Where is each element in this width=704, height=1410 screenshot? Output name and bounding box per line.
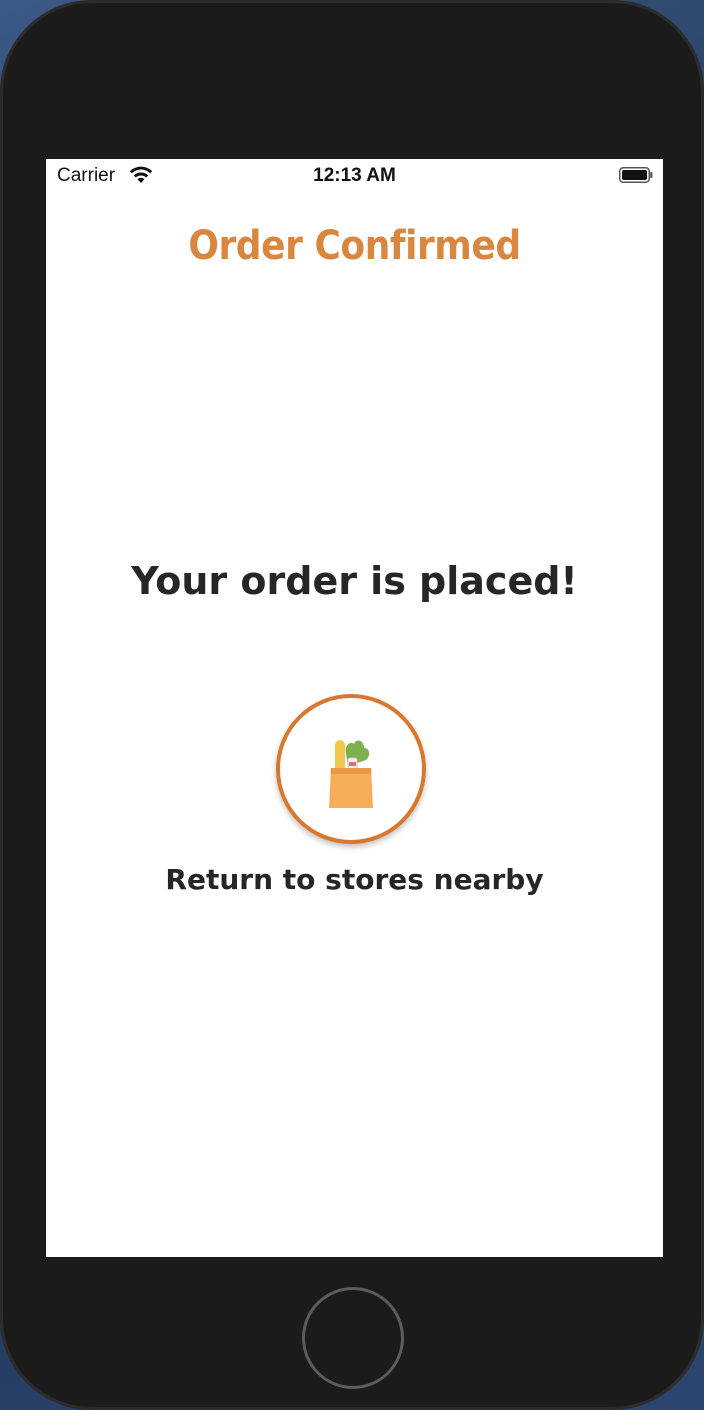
app-screen: Carrier 12:13 AM Order Confirmed Your or…	[46, 159, 663, 1257]
grocery-bag-icon	[329, 740, 373, 808]
home-button[interactable]	[302, 1287, 404, 1389]
page-title: Order Confirmed	[188, 223, 521, 269]
return-to-stores-link[interactable]: Return to stores nearby	[46, 863, 663, 896]
status-bar: Carrier 12:13 AM	[46, 159, 663, 195]
battery-icon	[619, 167, 653, 183]
return-to-stores-button[interactable]	[276, 694, 426, 844]
phone-frame: Carrier 12:13 AM Order Confirmed Your or…	[0, 0, 704, 1410]
order-placed-message: Your order is placed!	[131, 559, 578, 603]
status-time: 12:13 AM	[313, 165, 396, 186]
